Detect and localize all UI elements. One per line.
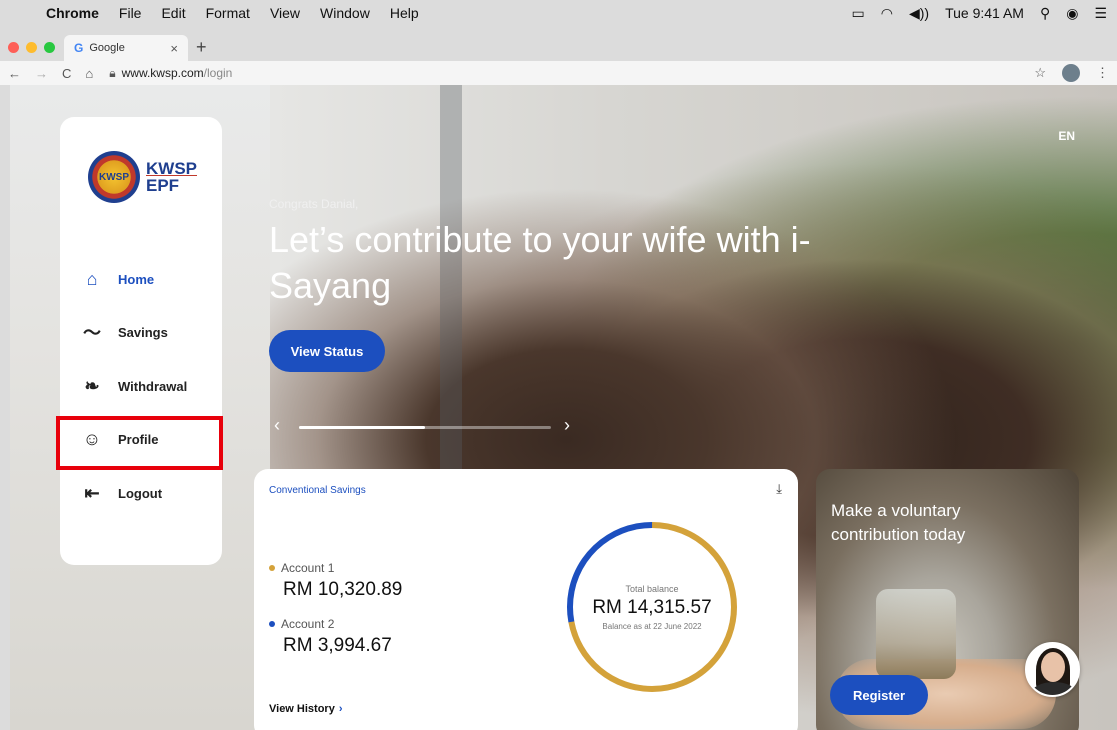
menu-view[interactable]: View	[270, 5, 300, 21]
account-1-label: Account 1	[281, 561, 335, 575]
avatar-body	[1031, 682, 1077, 695]
leaf-icon: ❧	[84, 375, 100, 396]
savings-card-title: Conventional Savings	[269, 485, 366, 496]
forward-icon[interactable]: →	[35, 66, 48, 81]
menu-chrome[interactable]: Chrome	[46, 5, 99, 21]
sidebar-item-savings[interactable]: 〜 Savings	[80, 317, 230, 347]
bookmark-star-icon[interactable]: ☆	[1034, 65, 1046, 81]
address-bar: ← → C ⌂ 🔒︎ www.kwsp.com/login ☆ ⋮	[0, 61, 1117, 85]
view-status-button[interactable]: View Status	[269, 330, 385, 372]
total-balance-label: Total balance	[625, 583, 679, 594]
kwsp-seal-icon: KWSP	[88, 151, 140, 203]
menu-edit[interactable]: Edit	[161, 5, 185, 21]
home-browser-icon[interactable]: ⌂	[85, 66, 93, 81]
view-history-label: View History	[269, 703, 335, 715]
menu-window[interactable]: Window	[320, 5, 370, 21]
close-tab-icon[interactable]: ×	[170, 41, 178, 56]
hero-greeting: Congrats Danial,	[269, 197, 359, 211]
language-switch[interactable]: EN	[1058, 129, 1075, 143]
new-tab-icon[interactable]: +	[196, 37, 207, 58]
clock[interactable]: Tue 9:41 AM	[945, 5, 1024, 21]
hero-headline: Let’s contribute to your wife with i-Say…	[269, 219, 811, 306]
kwsp-logo[interactable]: KWSP KWSP EPF	[88, 151, 197, 203]
url-host: www.kwsp.com	[121, 66, 204, 80]
chat-assistant-avatar[interactable]	[1025, 642, 1080, 697]
logo-kwsp-text: KWSP	[146, 159, 197, 178]
nav-buttons: ← → C ⌂	[8, 66, 93, 81]
carousel-next-icon[interactable]: ›	[564, 415, 570, 436]
carousel-prev-icon[interactable]: ‹	[274, 415, 280, 436]
close-window-button[interactable]	[8, 42, 19, 53]
address-bar-actions: ☆ ⋮	[1034, 61, 1109, 85]
menu-help[interactable]: Help	[390, 5, 419, 21]
sidebar-item-label: Logout	[118, 485, 163, 501]
profile-highlight-box	[56, 416, 223, 470]
chart-line-icon: 〜	[83, 323, 101, 343]
savings-card: Conventional Savings ⤓ Account 1 RM 10,3…	[254, 469, 798, 730]
logo-epf-text: EPF	[146, 176, 180, 195]
carousel-progress-fill	[299, 426, 425, 429]
sidebar: KWSP KWSP EPF ⌂ Home 〜 Savings ❧ Withdra…	[60, 117, 222, 565]
airplay-icon[interactable]: ▭	[852, 5, 865, 22]
zoom-window-button[interactable]	[44, 42, 55, 53]
account-2-label: Account 2	[281, 617, 335, 631]
promo-text: Make a voluntary contribution today	[831, 501, 966, 544]
control-center-icon[interactable]: ☰	[1094, 5, 1107, 22]
siri-icon[interactable]: ◉	[1066, 5, 1078, 22]
promo-jar-image	[876, 589, 956, 679]
tab-title: Google	[89, 42, 125, 54]
sidebar-item-logout[interactable]: ⇤ Logout	[80, 478, 230, 508]
spotlight-icon[interactable]: ⚲	[1040, 5, 1050, 22]
sidebar-item-label: Withdrawal	[118, 378, 188, 394]
reload-icon[interactable]: C	[62, 66, 71, 81]
sidebar-item-home[interactable]: ⌂ Home	[80, 264, 230, 294]
logout-icon: ⇤	[84, 482, 100, 503]
account-2: Account 2 RM 3,994.67	[269, 617, 392, 657]
account-1-dot	[269, 565, 275, 571]
account-2-amount: RM 3,994.67	[283, 635, 392, 656]
browser-tab-strip: G Google × +	[0, 33, 1117, 61]
minimize-window-button[interactable]	[26, 42, 37, 53]
browser-menu-icon[interactable]: ⋮	[1096, 65, 1109, 81]
lock-icon: 🔒︎	[109, 65, 116, 80]
url-field[interactable]: 🔒︎ www.kwsp.com/login	[109, 66, 232, 81]
hero-carousel-controls: ‹ ›	[274, 415, 584, 437]
volume-icon[interactable]: ◀))	[909, 5, 929, 22]
sidebar-item-label: Home	[118, 271, 155, 287]
menu-format[interactable]: Format	[206, 5, 250, 21]
url-path: /login	[203, 66, 233, 80]
kwsp-page: EN Congrats Danial, Let’s contribute to …	[10, 85, 1117, 730]
wifi-icon[interactable]: ◠	[881, 5, 893, 22]
account-1-amount: RM 10,320.89	[283, 579, 403, 600]
balance-date: Balance as at 22 June 2022	[602, 621, 702, 631]
account-1: Account 1 RM 10,320.89	[269, 561, 402, 601]
menu-file[interactable]: File	[119, 5, 142, 21]
download-icon[interactable]: ⤓	[776, 481, 782, 497]
profile-avatar-icon[interactable]	[1062, 64, 1080, 82]
donut-center: Total balance RM 14,315.57 Balance as at…	[566, 521, 738, 693]
carousel-progress-track	[299, 426, 551, 429]
total-balance-amount: RM 14,315.57	[592, 596, 712, 618]
browser-tab[interactable]: G Google ×	[64, 35, 188, 61]
window-controls	[8, 42, 55, 53]
back-icon[interactable]: ←	[8, 66, 21, 81]
sidebar-item-label: Savings	[118, 324, 168, 340]
view-history-link[interactable]: View History ›	[269, 703, 343, 715]
sidebar-item-withdrawal[interactable]: ❧ Withdrawal	[80, 371, 230, 401]
status-area: ▭ ◠ ◀)) Tue 9:41 AM ⚲ ◉ ☰	[852, 0, 1107, 26]
register-button[interactable]: Register	[830, 675, 928, 715]
google-favicon-icon: G	[74, 41, 84, 55]
mac-menu-bar: Chrome File Edit Format View Window Help…	[0, 0, 1117, 26]
home-icon: ⌂	[86, 268, 98, 289]
chevron-right-icon: ›	[338, 703, 343, 715]
avatar-face	[1041, 652, 1065, 682]
account-2-dot	[269, 621, 275, 627]
